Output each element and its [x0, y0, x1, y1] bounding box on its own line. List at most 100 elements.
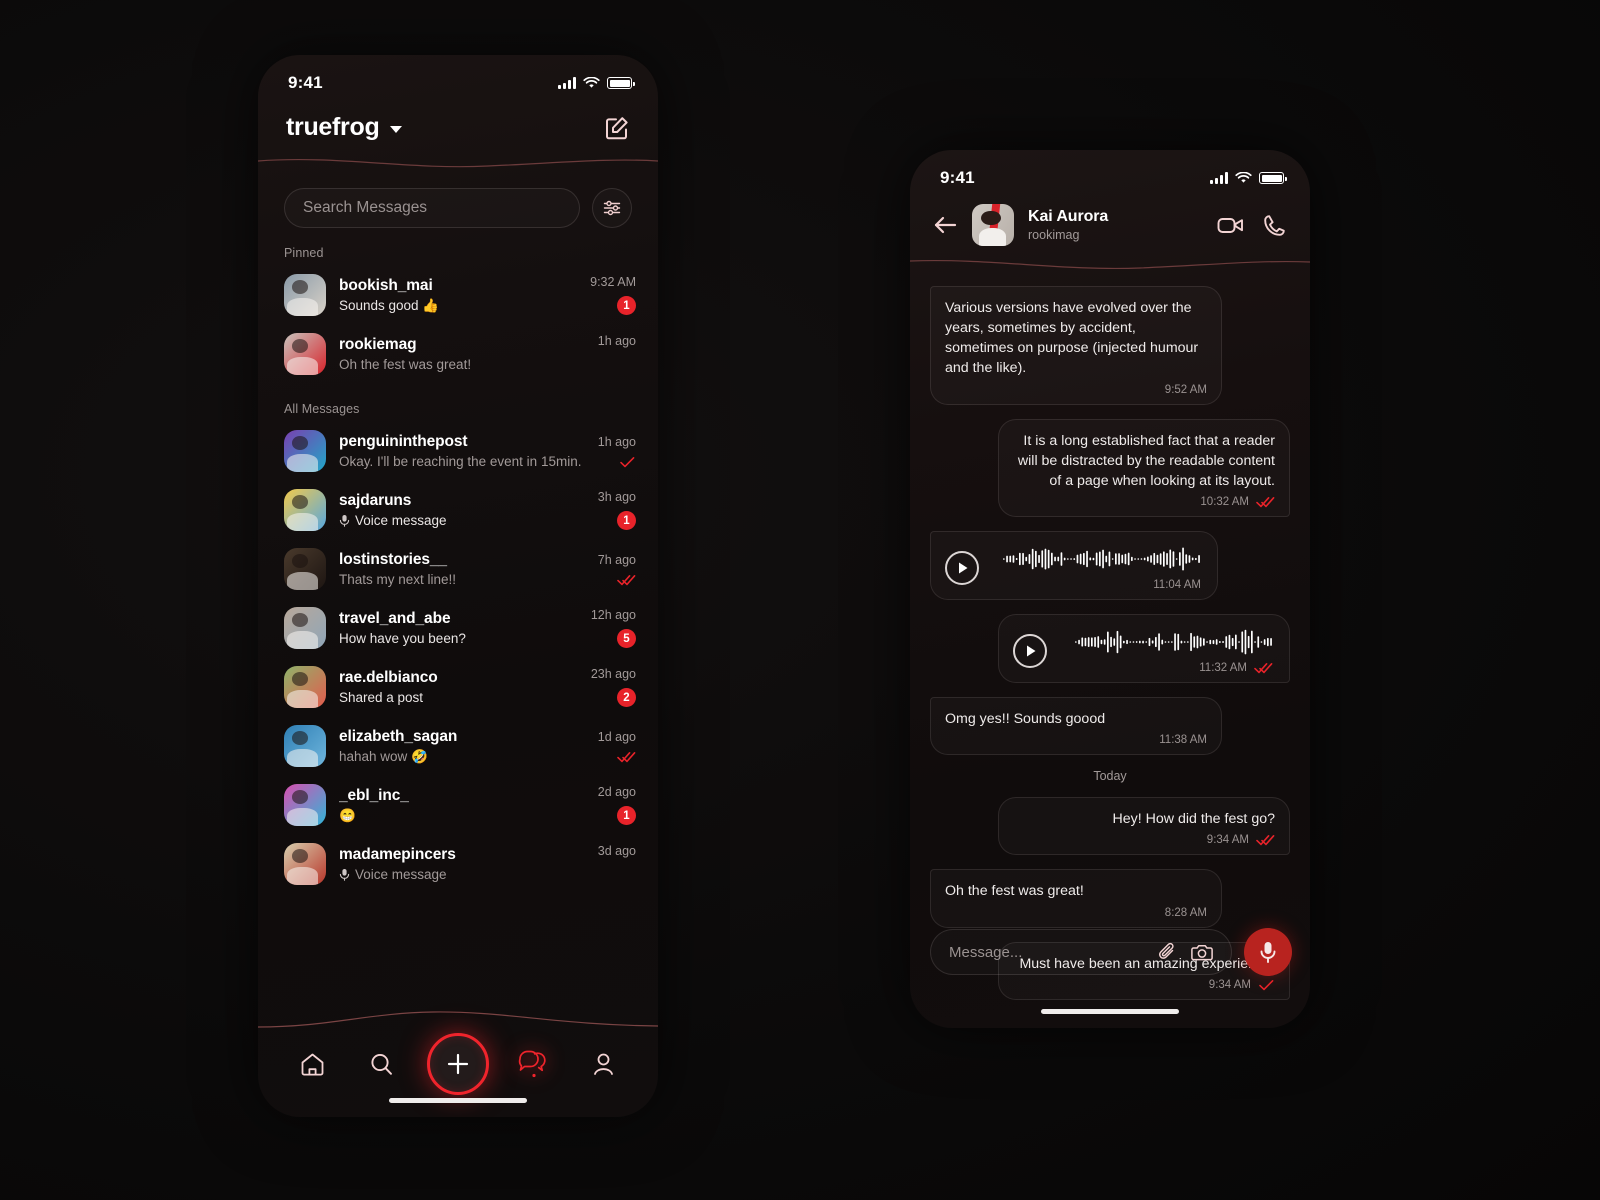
search-input[interactable]: Search Messages — [284, 188, 580, 228]
header-divider-wave — [258, 158, 658, 168]
message-thread: Various versions have evolved over the y… — [910, 276, 1310, 1000]
conversation-name: travel_and_abe — [339, 610, 451, 627]
list-item[interactable]: rookiemag Oh the fest was great! 1h ago — [284, 325, 636, 384]
message-bubble[interactable]: It is a long established fact that a rea… — [998, 418, 1290, 518]
paperclip-icon[interactable] — [1157, 942, 1177, 962]
search-row: Search Messages — [258, 174, 658, 228]
conversation-name: sajdaruns — [339, 492, 412, 509]
camera-icon[interactable] — [1191, 942, 1213, 962]
list-item[interactable]: lostinstories__ Thats my next line!! 7h ag… — [284, 540, 636, 599]
conversation-preview: Sounds good 👍 — [339, 298, 577, 314]
filter-sliders-icon[interactable] — [592, 188, 632, 228]
list-item[interactable]: penguininthepost Okay. I'll be reaching t… — [284, 422, 636, 481]
person-icon — [593, 1053, 613, 1075]
message-text: Omg yes!! Sounds goood — [945, 711, 1106, 728]
conversation-preview: Voice message — [339, 867, 585, 882]
avatar[interactable] — [284, 548, 326, 590]
home-icon — [301, 1053, 324, 1075]
avatar[interactable] — [972, 204, 1014, 246]
avatar[interactable] — [284, 784, 326, 826]
play-button[interactable] — [1013, 633, 1047, 668]
double-check-icon — [1256, 835, 1275, 846]
timestamp: 11:32 AM — [1199, 662, 1247, 675]
tab-items — [258, 1033, 658, 1095]
play-button[interactable] — [945, 550, 979, 585]
microphone-icon — [1260, 942, 1276, 963]
avatar[interactable] — [284, 607, 326, 649]
search-placeholder: Search Messages — [303, 199, 428, 216]
phone-messages-list: 9:41 truefrog Search Messages Pinned boo… — [258, 55, 658, 1117]
phone-call-icon[interactable] — [1263, 214, 1286, 237]
play-icon — [1027, 645, 1036, 657]
contact-handle: rookimag — [1028, 228, 1080, 242]
conversation-list: penguininthepost Okay. I'll be reaching t… — [258, 422, 658, 894]
message-input[interactable]: Message... — [930, 929, 1232, 975]
account-switcher[interactable]: truefrog — [286, 113, 403, 142]
list-header: truefrog — [258, 93, 658, 156]
avatar[interactable] — [284, 666, 326, 708]
single-check-icon — [1259, 979, 1274, 990]
preview-text: Shared a post — [339, 690, 424, 705]
timestamp: 7h ago — [597, 552, 636, 567]
list-item[interactable]: elizabeth_sagan hahah wow 🤣 1d ago — [284, 717, 636, 776]
message-text: Hey! How did the fest go? — [1112, 811, 1275, 828]
unread-badge: 5 — [617, 629, 636, 648]
video-call-icon[interactable] — [1217, 215, 1245, 235]
list-item[interactable]: bookish_mai Sounds good 👍 9:32 AM 1 — [284, 266, 636, 325]
page-title: truefrog — [286, 113, 380, 141]
preview-text: How have you been? — [339, 631, 466, 646]
message-text: Various versions have evolved over the y… — [945, 300, 1199, 377]
sidebar-item-search[interactable] — [358, 1040, 406, 1088]
read-receipt — [1258, 979, 1275, 991]
chat-contact[interactable]: Kai Aurora rookimag — [1028, 208, 1203, 242]
play-icon — [959, 562, 968, 574]
list-item[interactable]: travel_and_abe How have you been? 12h ago 5 — [284, 599, 636, 658]
timestamp: 11:38 AM — [1159, 734, 1207, 747]
voice-record-button[interactable] — [1244, 928, 1292, 976]
phone-chat-thread: 9:41 Kai Aurora rookimag Various version… — [910, 150, 1310, 1028]
preview-text: Okay. I'll be reaching the event in 15mi… — [339, 454, 585, 469]
conversation-name: elizabeth_sagan — [339, 727, 458, 745]
home-indicator — [389, 1098, 527, 1103]
message-bubble[interactable]: Various versions have evolved over the y… — [930, 286, 1222, 405]
message-bubble[interactable]: Hey! How did the fest go? 9:34 AM — [998, 797, 1290, 856]
contact-name: Kai Aurora — [1028, 208, 1109, 225]
sidebar-item-messages[interactable] — [510, 1040, 558, 1088]
conversation-list: bookish_mai Sounds good 👍 9:32 AM 1 rookiema… — [258, 266, 658, 384]
timestamp: 12h ago — [590, 608, 636, 622]
unread-badge: 2 — [617, 688, 636, 707]
list-item[interactable]: madamepincers Voice message 3d ago — [284, 835, 636, 894]
double-check-icon — [617, 751, 636, 762]
voice-message-bubble[interactable]: 11:04 AM — [930, 531, 1218, 601]
voice-message-bubble[interactable]: 11:32 AM — [998, 614, 1290, 684]
audio-waveform — [1003, 547, 1200, 571]
timestamp: 1d ago — [597, 729, 636, 744]
avatar[interactable] — [284, 489, 326, 531]
create-button[interactable] — [426, 1033, 489, 1095]
list-item[interactable]: rae.delbianco Shared a post 23h ago 2 — [284, 658, 636, 717]
list-item[interactable]: sajdaruns Voice message 3h ago 1 — [284, 481, 636, 540]
preview-text: Voice message — [355, 513, 447, 528]
timestamp: 1h ago — [597, 434, 636, 449]
list-item[interactable]: _ebl_inc_ 😁 2d ago 1 — [284, 776, 636, 835]
timestamp: 9:34 AM — [1206, 834, 1249, 847]
conversation-sections: Pinned bookish_mai Sounds good 👍 9:32 AM 1 ro… — [258, 228, 658, 894]
avatar[interactable] — [284, 843, 326, 885]
avatar[interactable] — [284, 725, 326, 767]
avatar[interactable] — [284, 274, 326, 316]
avatar[interactable] — [284, 430, 326, 472]
section-label: Pinned — [284, 246, 324, 260]
sidebar-item-home[interactable] — [289, 1040, 337, 1088]
preview-text: Oh the fest was great! — [339, 357, 472, 372]
read-receipt — [1254, 662, 1273, 674]
avatar[interactable] — [284, 333, 326, 375]
day-separator: Today — [1093, 769, 1127, 784]
sidebar-item-profile[interactable] — [579, 1040, 627, 1088]
back-arrow-icon[interactable] — [932, 214, 958, 236]
message-bubble[interactable]: Oh the fest was great! 8:28 AM — [930, 869, 1222, 928]
conversation-name: rookiemag — [339, 336, 417, 353]
chevron-down-icon — [390, 126, 403, 133]
compose-icon[interactable] — [604, 115, 630, 141]
wifi-icon — [1235, 172, 1252, 183]
message-bubble[interactable]: Omg yes!! Sounds goood 11:38 AM — [930, 697, 1222, 756]
